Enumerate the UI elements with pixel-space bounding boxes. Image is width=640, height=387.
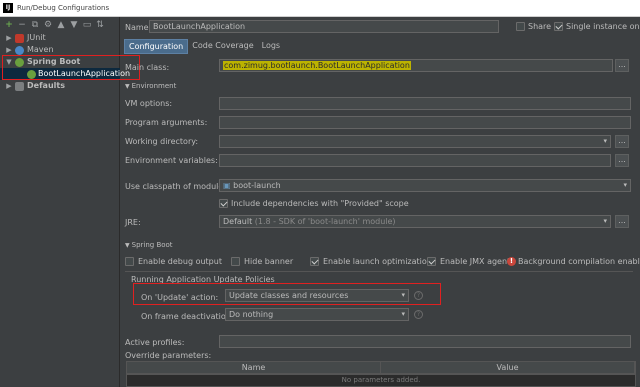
- main-class-value: com.zimug.bootlaunch.BootLaunchApplicati…: [223, 61, 411, 70]
- tab-logs[interactable]: Logs: [258, 39, 284, 54]
- environment-section-header[interactable]: ▼ Environment: [125, 82, 176, 90]
- title-bar: IJ Run/Debug Configurations: [0, 0, 640, 17]
- sort-icon[interactable]: ⇅: [95, 20, 105, 30]
- working-directory-input[interactable]: ▾: [219, 135, 611, 148]
- share-label: Share: [528, 22, 552, 31]
- jre-browse-button[interactable]: ...: [615, 215, 629, 228]
- highlight-annotation-tree: [2, 55, 140, 80]
- add-icon[interactable]: +: [4, 20, 14, 30]
- jmx-agent-label: Enable JMX agent: [440, 257, 511, 266]
- dropdown-caret-icon: ▾: [603, 217, 607, 225]
- help-icon[interactable]: ?: [414, 310, 423, 319]
- main-class-label: Main class:: [125, 63, 170, 72]
- single-instance-checkbox[interactable]: [554, 22, 563, 31]
- main-class-input[interactable]: com.zimug.bootlaunch.BootLaunchApplicati…: [219, 59, 613, 72]
- config-tabs: Configuration Code Coverage Logs: [124, 39, 284, 54]
- hide-banner-checkbox[interactable]: [231, 257, 240, 266]
- column-header-value[interactable]: Value: [381, 362, 635, 373]
- enable-debug-output-label: Enable debug output: [138, 257, 222, 266]
- override-parameters-label: Override parameters:: [125, 351, 212, 360]
- program-arguments-label: Program arguments:: [125, 118, 208, 127]
- hide-banner-label: Hide banner: [244, 257, 294, 266]
- name-label: Name:: [125, 23, 152, 32]
- launch-optimization-label: Enable launch optimization: [323, 257, 432, 266]
- junit-icon: [15, 34, 24, 43]
- on-frame-deactivation-value: Do nothing: [229, 310, 274, 319]
- tree-item-label: JUnit: [27, 33, 46, 42]
- single-instance-label: Single instance only: [566, 22, 640, 31]
- tree-item-junit[interactable]: ▶ JUnit: [0, 32, 120, 44]
- remove-icon[interactable]: −: [17, 20, 27, 30]
- expand-arrow-icon[interactable]: ▶: [5, 80, 13, 92]
- tab-code-coverage[interactable]: Code Coverage: [188, 39, 257, 54]
- config-editor: Name: BootLaunchApplication Share Single…: [121, 17, 640, 387]
- jmx-agent-checkbox[interactable]: [427, 257, 436, 266]
- enable-debug-output-checkbox[interactable]: [125, 257, 134, 266]
- table-empty-text: No parameters added.: [341, 376, 421, 384]
- folder-icon[interactable]: ▭: [82, 20, 92, 30]
- classpath-module-label: Use classpath of module:: [125, 182, 227, 191]
- environment-variables-input[interactable]: [219, 154, 611, 167]
- active-profiles-input[interactable]: [219, 335, 631, 348]
- collapse-triangle-icon: ▼: [125, 83, 130, 90]
- dropdown-caret-icon: ▾: [603, 137, 607, 145]
- move-down-icon[interactable]: ▼: [69, 20, 79, 30]
- include-provided-label: Include dependencies with "Provided" sco…: [231, 199, 409, 208]
- tree-toolbar: + − ⧉ ⚙ ▲ ▼ ▭ ⇅: [4, 20, 105, 32]
- highlight-annotation-update-action: [133, 283, 441, 305]
- name-input[interactable]: BootLaunchApplication: [149, 20, 499, 33]
- move-up-icon[interactable]: ▲: [56, 20, 66, 30]
- defaults-icon: [15, 82, 24, 91]
- collapse-triangle-icon: ▼: [125, 242, 130, 249]
- override-parameters-table[interactable]: No parameters added.: [126, 374, 636, 387]
- classpath-module-select[interactable]: ▣ boot-launch ▾: [219, 179, 631, 192]
- include-provided-checkbox[interactable]: [219, 199, 228, 208]
- jre-select[interactable]: Default (1.8 - SDK of 'boot-launch' modu…: [219, 215, 611, 228]
- tree-item-label: Defaults: [27, 81, 65, 90]
- launch-optimization-checkbox[interactable]: [310, 257, 319, 266]
- expand-arrow-icon[interactable]: ▶: [5, 32, 13, 44]
- window-title: Run/Debug Configurations: [17, 4, 110, 12]
- working-directory-label: Working directory:: [125, 137, 199, 146]
- module-icon: ▣: [223, 181, 234, 190]
- jre-value: Default: [223, 217, 253, 226]
- settings-icon[interactable]: ⚙: [43, 20, 53, 30]
- main-class-browse-button[interactable]: ...: [615, 59, 629, 72]
- classpath-module-value: boot-launch: [233, 181, 281, 190]
- dropdown-caret-icon: ▾: [623, 181, 627, 189]
- dropdown-caret-icon: ▾: [401, 310, 405, 318]
- spring-boot-section-header[interactable]: ▼ Spring Boot: [125, 241, 173, 249]
- tree-item-defaults[interactable]: ▶ Defaults: [0, 80, 120, 92]
- warning-icon: !: [507, 257, 516, 266]
- override-parameters-table-header: Name Value: [126, 361, 636, 374]
- app-icon: IJ: [3, 3, 13, 13]
- tab-configuration[interactable]: Configuration: [124, 39, 189, 54]
- maven-icon: [15, 46, 24, 55]
- column-header-name[interactable]: Name: [127, 362, 381, 373]
- program-arguments-input[interactable]: [219, 116, 631, 129]
- vm-options-label: VM options:: [125, 99, 173, 108]
- on-frame-deactivation-label: On frame deactivation:: [141, 312, 234, 321]
- jre-label: JRE:: [125, 218, 141, 227]
- jre-hint: (1.8 - SDK of 'boot-launch' module): [254, 217, 396, 226]
- on-frame-deactivation-select[interactable]: Do nothing ▾: [225, 308, 409, 321]
- environment-variables-label: Environment variables:: [125, 156, 218, 165]
- share-checkbox[interactable]: [516, 22, 525, 31]
- vm-options-input[interactable]: [219, 97, 631, 110]
- copy-icon[interactable]: ⧉: [30, 20, 40, 30]
- working-directory-browse-button[interactable]: ...: [615, 135, 629, 148]
- background-compilation-label: Background compilation enabled: [518, 257, 640, 266]
- environment-variables-edit-button[interactable]: ...: [615, 154, 629, 167]
- active-profiles-label: Active profiles:: [125, 338, 185, 347]
